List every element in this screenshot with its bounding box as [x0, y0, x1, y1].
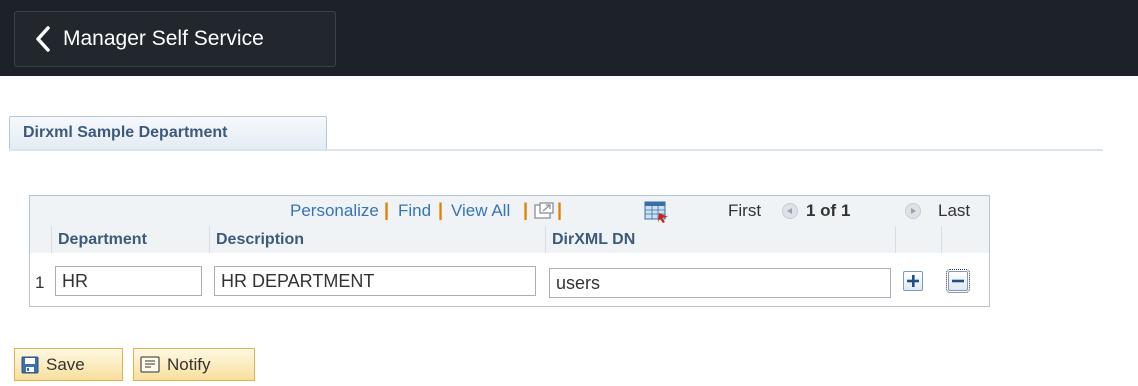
nav-separator: | [523, 200, 529, 220]
add-row-button[interactable] [903, 271, 923, 291]
notify-label: Notify [167, 354, 211, 374]
page-range: 1 of 1 [806, 201, 851, 220]
chevron-left-icon [36, 26, 50, 52]
department-grid: Personalize | Find | View All | | First … [29, 195, 990, 307]
top-bar: Manager Self Service [0, 0, 1138, 76]
notify-button[interactable]: Notify [133, 348, 255, 381]
header-dirxml-dn: DirXML DN [546, 226, 896, 253]
nav-separator: | [557, 200, 563, 220]
notify-icon [140, 355, 160, 373]
save-icon [21, 356, 39, 373]
header-description: Description [210, 226, 546, 253]
dirxml-dn-input[interactable]: users [549, 268, 891, 298]
minus-icon [952, 279, 964, 283]
nav-separator: | [438, 200, 444, 220]
find-link[interactable]: Find [398, 201, 431, 221]
tab-label: Dirxml Sample Department [23, 124, 228, 141]
first-label: First [728, 201, 762, 220]
description-input[interactable]: HR DEPARTMENT [214, 266, 536, 296]
tab-divider [9, 149, 1103, 151]
personalize-link[interactable]: Personalize [290, 201, 379, 221]
grid-icon[interactable] [644, 201, 670, 223]
row-number: 1 [35, 273, 45, 292]
save-label: Save [46, 354, 85, 374]
plus-icon [907, 275, 919, 287]
grid-navigation: Personalize | Find | View All | | First … [30, 196, 989, 227]
delete-row-button[interactable] [946, 269, 970, 293]
back-label: Manager Self Service [63, 27, 264, 50]
tab-dirxml-sample-department[interactable]: Dirxml Sample Department [9, 116, 327, 150]
header-delete [942, 226, 989, 253]
back-button[interactable]: Manager Self Service [14, 11, 336, 67]
header-rownum [30, 226, 52, 253]
next-arrow-icon [905, 203, 921, 219]
save-button[interactable]: Save [14, 348, 123, 381]
last-label: Last [938, 201, 971, 220]
header-add [896, 226, 942, 253]
nav-separator: | [384, 200, 390, 220]
prev-arrow-icon [782, 203, 798, 219]
zoom-icon[interactable] [534, 202, 554, 220]
header-department: Department [52, 226, 210, 253]
department-input[interactable]: HR [55, 266, 202, 296]
view-all-link[interactable]: View All [451, 201, 510, 221]
